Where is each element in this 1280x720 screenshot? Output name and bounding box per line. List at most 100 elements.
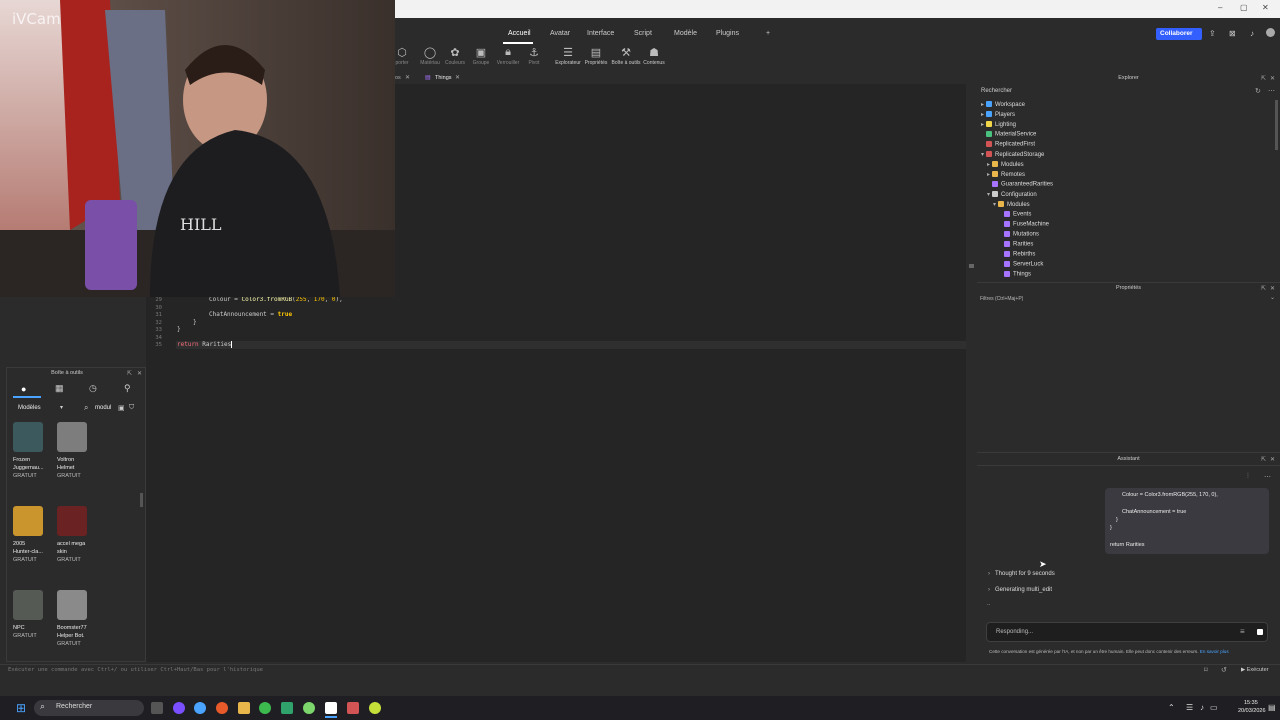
bag-icon[interactable]: ● [21, 384, 26, 394]
grid-icon[interactable]: ⊠ [1229, 29, 1236, 38]
close-icon[interactable]: ✕ [1270, 75, 1275, 82]
filter-icon[interactable]: ⫶ [1247, 473, 1249, 481]
firefox-icon[interactable] [216, 702, 228, 714]
bookmark-icon[interactable]: ⌑ [1204, 666, 1208, 674]
ribbon-toolbox[interactable]: ⚒ Boîte à outils [609, 46, 643, 66]
volume-icon[interactable]: ♪ [1200, 703, 1204, 712]
clock-time[interactable]: 15:35 [1244, 700, 1258, 706]
chevron-down-icon[interactable]: ▾ [60, 404, 63, 411]
ribbon-import[interactable]: ⬡ porter [395, 46, 409, 66]
refresh-icon[interactable]: ↻ [1255, 87, 1261, 95]
explorer-item[interactable]: ▸ Lighting [981, 121, 1016, 128]
explorer-item[interactable]: Rarities [999, 241, 1033, 248]
tab-modele[interactable]: Modèle [674, 30, 697, 37]
history-icon[interactable]: ↺ [1221, 666, 1227, 674]
editor-scrollbar[interactable] [968, 84, 976, 662]
settings-icon[interactable] [194, 702, 206, 714]
ribbon-pivot[interactable]: ⚓︎ Pivot [525, 46, 543, 66]
explorer-item[interactable]: Mutations [999, 231, 1039, 238]
search-input[interactable]: modul [95, 405, 111, 411]
toolbox-item[interactable]: accel mega skin GRATUIT [57, 506, 97, 564]
toolbox-scrollbar[interactable] [140, 493, 143, 507]
thought-toggle[interactable]: Thought for 9 seconds [995, 571, 1055, 577]
properties-filter-input[interactable]: Filtres (Ctrl+Maj+P) [980, 296, 1023, 302]
location-icon[interactable]: ⚲ [124, 383, 131, 394]
toolbox-item[interactable]: 2005 Hunter-cla... GRATUIT [13, 506, 53, 564]
app-icon[interactable] [281, 702, 293, 714]
explorer-item[interactable]: Events [999, 211, 1031, 218]
explorer-item[interactable]: MaterialService [981, 131, 1036, 138]
pin-icon[interactable]: ⇱ [127, 370, 132, 377]
pin-icon[interactable]: ⇱ [1261, 75, 1266, 82]
tab-things[interactable]: Things [435, 75, 452, 81]
command-input[interactable]: Exécuter une commande avec Ctrl+/ ou uti… [8, 667, 263, 673]
add-tab-button[interactable]: + [766, 30, 770, 37]
explorer-item[interactable]: FuseMachine [999, 221, 1049, 228]
minimize-button[interactable]: – [1218, 3, 1222, 12]
battery-icon[interactable]: ▭ [1210, 703, 1218, 712]
explorer-item[interactable]: GuaranteedRarities [987, 181, 1053, 188]
tab-previous-script[interactable]: os [395, 75, 401, 81]
toolbox-item[interactable]: Boomster77 Helper Bot. GRATUIT [57, 590, 97, 648]
avatar[interactable] [1266, 28, 1275, 37]
collaborate-button[interactable]: Collaborer [1156, 28, 1202, 40]
clock-icon[interactable]: ◷ [89, 383, 97, 394]
run-button[interactable]: ▶ Exécuter [1241, 667, 1268, 673]
ribbon-group[interactable]: ▣ Groupe [470, 46, 492, 66]
more-icon[interactable]: ⋯ [1264, 473, 1271, 481]
tab-interface[interactable]: Interface [587, 30, 614, 37]
explorer-item[interactable]: ServerLuck [999, 261, 1043, 268]
ribbon-colors[interactable]: ✿ Couleurs [444, 46, 466, 66]
close-icon[interactable]: ✕ [1270, 285, 1275, 292]
toolbox-item[interactable]: NPC GRATUIT [13, 590, 53, 640]
image-icon[interactable]: ▣ [118, 404, 125, 412]
app-icon[interactable] [173, 702, 185, 714]
app-icon[interactable] [347, 702, 359, 714]
close-tab-icon[interactable]: ✕ [455, 74, 460, 81]
bell-icon[interactable]: ♪ [1250, 29, 1254, 38]
explorer-item[interactable]: ReplicatedFirst [981, 141, 1035, 148]
chrome-icon[interactable] [259, 702, 271, 714]
windows-start-icon[interactable]: ⊞ [16, 701, 26, 715]
clock-date[interactable]: 20/03/2026 [1238, 708, 1266, 714]
explorer-search[interactable]: Rechercher [981, 88, 1012, 94]
scrollbar-thumb[interactable] [969, 264, 974, 268]
ribbon-explorer[interactable]: ☰ Explorateur [553, 46, 583, 66]
more-icon[interactable]: ⋯ [1268, 87, 1275, 95]
tab-plugins[interactable]: Plugins [716, 30, 739, 37]
tab-script[interactable]: Script [634, 30, 652, 37]
explorer-item[interactable]: ▸ Players [981, 111, 1015, 118]
command-bar[interactable]: Exécuter une commande avec Ctrl+/ ou uti… [0, 664, 1280, 676]
tab-avatar[interactable]: Avatar [550, 30, 570, 37]
taskbar-search[interactable]: Rechercher [34, 700, 144, 716]
toolbox-item[interactable]: Voltron Helmet GRATUIT [57, 422, 97, 480]
close-icon[interactable]: ✕ [1270, 456, 1275, 463]
ribbon-material[interactable]: ◯ Matériau [419, 46, 441, 66]
category-select[interactable]: Modèles [18, 405, 41, 411]
roblox-studio-icon[interactable] [325, 702, 337, 714]
explorer-item[interactable]: ▾ Modules [993, 201, 1030, 208]
explorer-item[interactable]: Rebirths [999, 251, 1035, 258]
learn-more-link[interactable]: En savoir plus [1200, 649, 1229, 654]
wifi-icon[interactable]: ☰ [1186, 703, 1193, 712]
explorer-item[interactable]: ▸ Remotes [987, 171, 1025, 178]
ribbon-lock[interactable]: 🔒︎ Verrouiller [495, 46, 521, 66]
ribbon-contents[interactable]: ☗ Contenus [641, 46, 667, 66]
options-icon[interactable]: ≡ [1240, 627, 1245, 636]
chevron-up-icon[interactable]: ⌃ [1168, 703, 1175, 712]
chevron-down-icon[interactable]: ⌄ [1270, 294, 1275, 301]
grid-icon[interactable]: ▦ [55, 383, 64, 394]
task-view-icon[interactable] [151, 702, 163, 714]
app-icon[interactable] [369, 702, 381, 714]
folder-icon[interactable] [238, 702, 250, 714]
notification-icon[interactable]: ▤ [1268, 703, 1276, 712]
maximize-button[interactable]: ▢ [1240, 3, 1248, 12]
explorer-item[interactable]: ▸ Workspace [981, 101, 1025, 108]
filter-icon[interactable]: ⛉ [129, 404, 134, 412]
explorer-item[interactable]: Things [999, 271, 1031, 278]
explorer-item[interactable]: ▾ Configuration [987, 191, 1037, 198]
explorer-scrollbar[interactable] [1275, 100, 1278, 150]
share-icon[interactable]: ⇪ [1209, 29, 1216, 38]
assistant-input[interactable]: Responding... ≡ [986, 622, 1268, 642]
pin-icon[interactable]: ⇱ [1261, 456, 1266, 463]
